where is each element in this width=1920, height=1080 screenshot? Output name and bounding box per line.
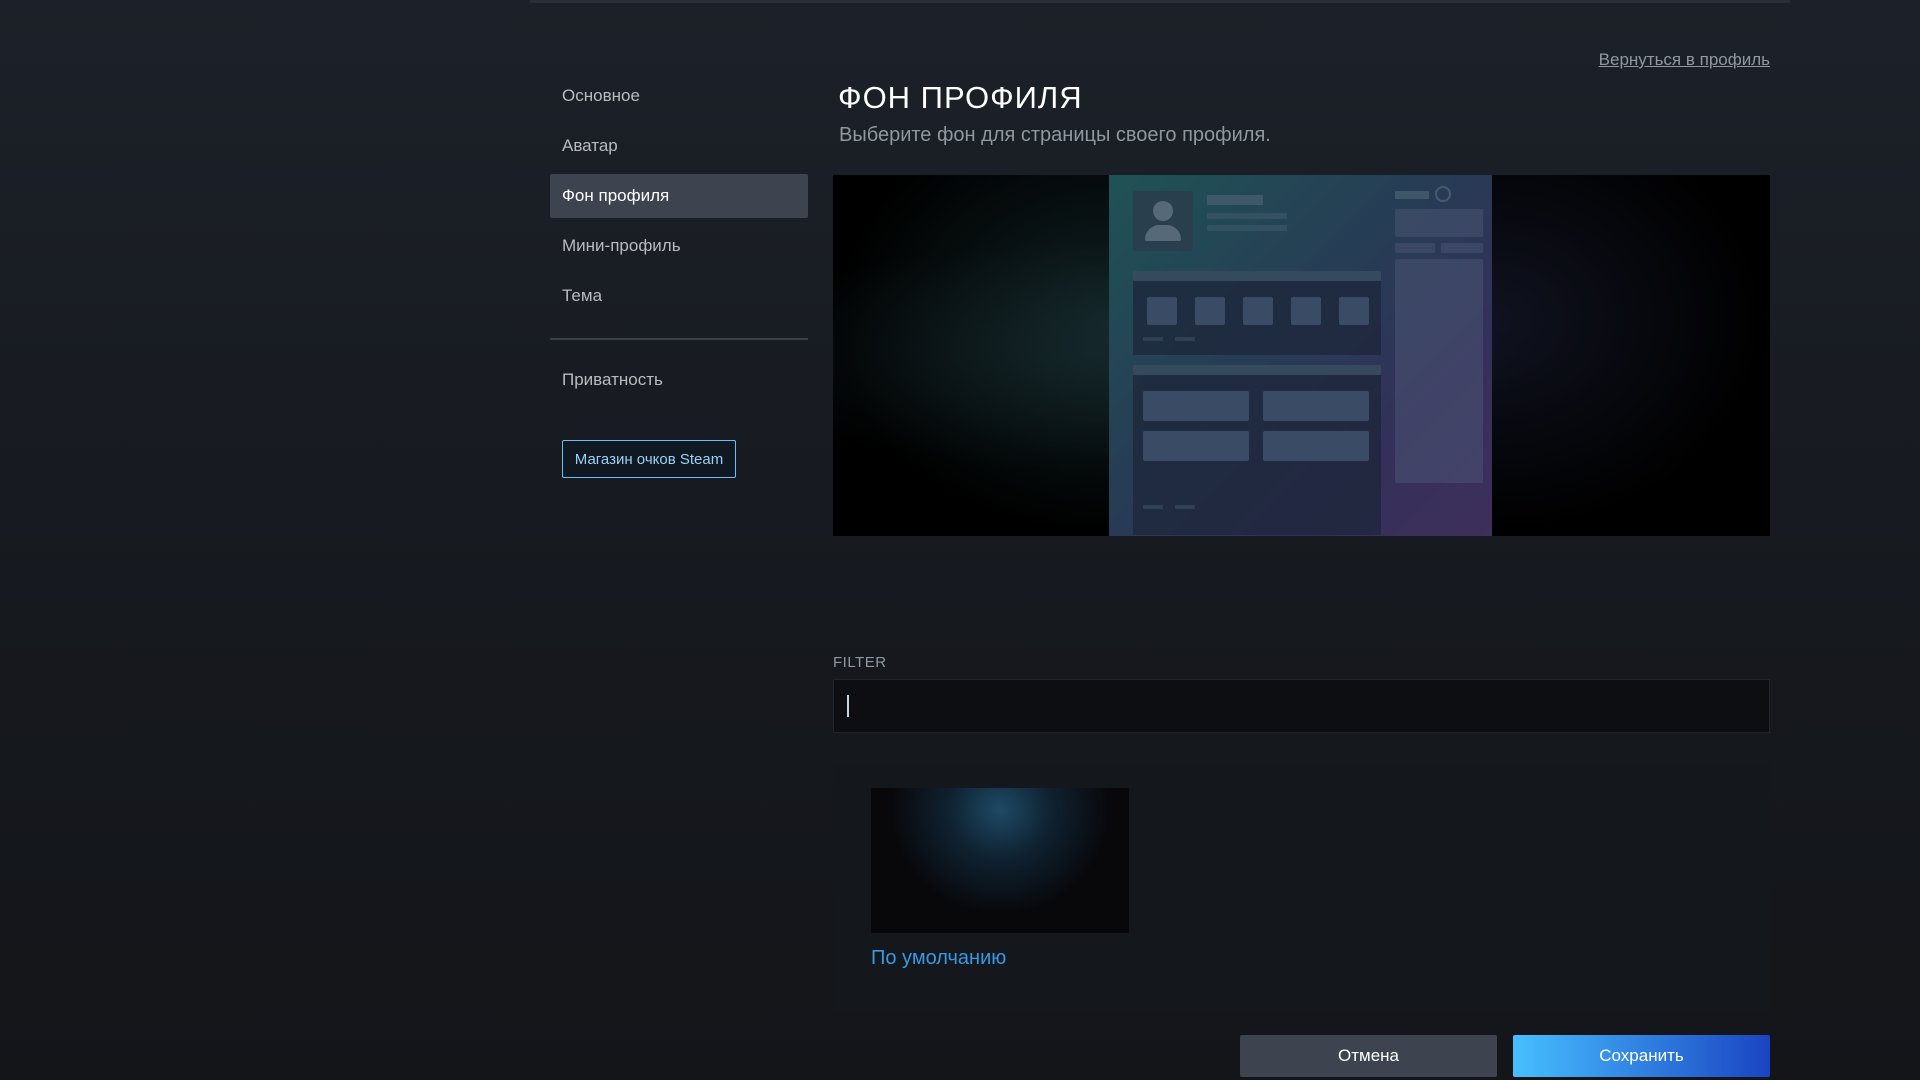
save-button[interactable]: Сохранить bbox=[1513, 1035, 1770, 1077]
sidebar-item-mini-profile[interactable]: Мини-профиль bbox=[550, 224, 808, 268]
backgrounds-list: По умолчанию bbox=[833, 763, 1770, 1012]
filter-input[interactable] bbox=[833, 679, 1770, 733]
filter-label: FILTER bbox=[833, 654, 887, 671]
sidebar-divider bbox=[550, 338, 808, 340]
settings-sidebar: Основное Аватар Фон профиля Мини-профиль… bbox=[550, 74, 808, 478]
sidebar-item-general[interactable]: Основное bbox=[550, 74, 808, 118]
sidebar-item-avatar[interactable]: Аватар bbox=[550, 124, 808, 168]
sidebar-item-profile-background[interactable]: Фон профиля bbox=[550, 174, 808, 218]
cancel-button[interactable]: Отмена bbox=[1240, 1035, 1497, 1077]
mock-avatar bbox=[1133, 191, 1193, 251]
profile-mockup-illustration bbox=[1109, 175, 1492, 536]
background-thumbnail[interactable] bbox=[871, 788, 1129, 933]
background-name-default[interactable]: По умолчанию bbox=[871, 947, 1006, 970]
page-title: ФОН ПРОФИЛЯ bbox=[838, 80, 1083, 115]
sidebar-item-theme[interactable]: Тема bbox=[550, 274, 808, 318]
page-subtitle: Выберите фон для страницы своего профиля… bbox=[839, 124, 1271, 146]
background-preview bbox=[833, 175, 1770, 536]
sidebar-item-privacy[interactable]: Приватность bbox=[550, 358, 808, 402]
profile-edit-page: Основное Аватар Фон профиля Мини-профиль… bbox=[0, 0, 1920, 1080]
text-caret bbox=[847, 695, 849, 717]
back-to-profile-link[interactable]: Вернуться в профиль bbox=[1599, 50, 1770, 70]
points-shop-button[interactable]: Магазин очков Steam bbox=[562, 440, 736, 478]
